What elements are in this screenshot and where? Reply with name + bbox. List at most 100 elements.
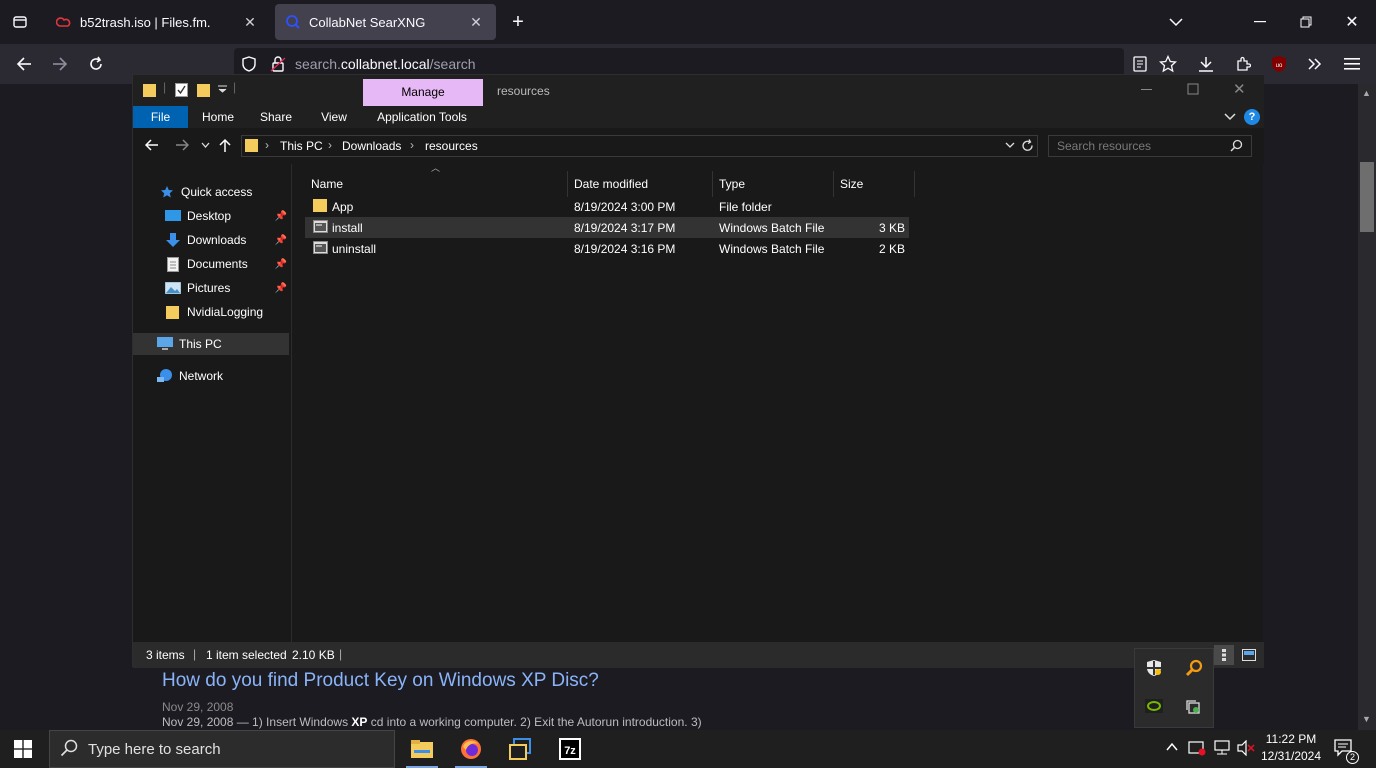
up-folder-icon[interactable] (219, 138, 231, 152)
nvidia-icon[interactable] (1145, 699, 1163, 713)
tab-application-tools[interactable]: Application Tools (369, 106, 475, 128)
column-header-size[interactable]: Size (834, 171, 915, 197)
url-text[interactable]: search.collabnet.local/search (295, 56, 476, 72)
overflow-menu-icon[interactable] (1299, 48, 1331, 80)
start-windows-icon[interactable] (14, 740, 32, 758)
explorer-minimize-icon[interactable] (1141, 83, 1153, 95)
breadcrumb-downloads[interactable]: Downloads (342, 139, 401, 153)
browser-tab-strip: b52trash.iso | Files.fm. ✕ CollabNet Sea… (0, 0, 1376, 44)
nav-downloads[interactable]: Downloads 📌 (133, 229, 291, 251)
scroll-up-icon[interactable]: ▲ (1362, 88, 1371, 98)
new-folder-icon[interactable] (197, 82, 211, 98)
selection-count: 1 item selected (206, 648, 287, 662)
search-result-snippet: Nov 29, 2008 — 1) Insert Windows XP cd i… (162, 715, 702, 729)
close-tab-icon[interactable]: ✕ (466, 14, 486, 31)
magnifier-tool-icon[interactable] (1185, 659, 1203, 677)
reload-icon[interactable] (80, 48, 112, 80)
restore-icon[interactable] (1290, 6, 1322, 38)
close-window-icon[interactable]: ✕ (1336, 6, 1368, 38)
hamburger-menu-icon[interactable] (1336, 48, 1368, 80)
large-icons-view-icon[interactable] (1239, 645, 1259, 665)
desktop-icon (165, 208, 181, 224)
new-tab-button[interactable]: + (502, 6, 534, 38)
column-header-date-modified[interactable]: Date modified (568, 171, 713, 197)
page-scrollbar-thumb[interactable] (1360, 162, 1374, 232)
taskbar-clock[interactable]: 11:22 PM 12/31/2024 (1256, 731, 1326, 765)
nav-quick-access[interactable]: Quick access (133, 181, 291, 203)
browser-tab[interactable]: b52trash.iso | Files.fm. ✕ (46, 4, 270, 40)
network-status-icon[interactable] (1213, 740, 1231, 756)
tracking-shield-icon[interactable] (240, 55, 258, 73)
file-row[interactable]: App 8/19/2024 3:00 PM File folder (305, 196, 909, 217)
tab-home[interactable]: Home (193, 106, 243, 128)
taskbar-search-input[interactable]: Type here to search (49, 730, 395, 768)
column-header-name[interactable]: Name (305, 171, 568, 197)
tab-file[interactable]: File (133, 106, 188, 128)
taskbar-vm-app[interactable] (500, 730, 540, 768)
security-shield-icon[interactable] (1145, 659, 1163, 677)
nav-nvidialogging[interactable]: NvidiaLogging (133, 301, 291, 323)
volume-muted-icon[interactable] (1237, 740, 1255, 756)
address-dropdown-icon[interactable] (1005, 142, 1015, 148)
taskbar-firefox[interactable] (451, 730, 491, 768)
tab-view[interactable]: View (309, 106, 359, 128)
scroll-down-icon[interactable]: ▼ (1362, 714, 1371, 724)
minimize-icon[interactable] (1244, 6, 1276, 38)
tab-list-icon[interactable] (4, 6, 36, 38)
tray-security-icon[interactable] (1188, 740, 1206, 756)
manage-context-tab[interactable]: Manage (363, 79, 483, 106)
file-explorer-icon (411, 740, 433, 758)
folder-icon (165, 304, 181, 320)
recent-locations-icon[interactable] (201, 142, 210, 148)
show-hidden-icons-icon[interactable] (1166, 742, 1178, 752)
nav-pictures[interactable]: Pictures 📌 (133, 277, 291, 299)
expand-ribbon-icon[interactable] (1224, 113, 1236, 121)
close-tab-icon[interactable]: ✕ (240, 14, 260, 31)
firefox-icon (460, 738, 482, 760)
nav-documents[interactable]: Documents 📌 (133, 253, 291, 275)
network-icon (157, 368, 173, 384)
pin-icon: 📌 (274, 210, 287, 222)
explorer-back-icon[interactable] (145, 139, 159, 151)
list-all-tabs-icon[interactable] (1160, 6, 1192, 38)
search-result-date: Nov 29, 2008 (162, 700, 234, 714)
folder-icon (143, 82, 157, 98)
search-result-title[interactable]: How do you find Product Key on Windows X… (162, 670, 599, 692)
batch-file-icon (313, 220, 328, 233)
clock-time: 11:22 PM (1265, 732, 1317, 746)
explorer-maximize-icon[interactable] (1187, 83, 1199, 95)
tab-share[interactable]: Share (251, 106, 301, 128)
window-title: resources (497, 84, 550, 98)
ribbon-tabs: File Home Share View Application Tools ? (133, 106, 1264, 128)
search-icon (1230, 139, 1243, 152)
taskbar-file-explorer[interactable] (402, 730, 442, 768)
breadcrumb-this-pc[interactable]: This PC (280, 139, 323, 153)
lock-icon[interactable] (270, 55, 286, 73)
breadcrumb-resources[interactable]: resources (425, 139, 478, 153)
nav-this-pc[interactable]: This PC (133, 333, 289, 355)
ublock-origin-icon[interactable]: uo (1263, 48, 1295, 80)
tab-label: CollabNet SearXNG (309, 14, 426, 30)
properties-icon[interactable] (175, 83, 188, 97)
nav-network[interactable]: Network (133, 365, 291, 387)
explorer-close-icon[interactable]: ✕ (1233, 80, 1246, 98)
column-header-type[interactable]: Type (713, 171, 834, 197)
back-icon[interactable] (8, 48, 40, 80)
help-icon[interactable]: ? (1244, 109, 1260, 125)
file-row[interactable]: uninstall 8/19/2024 3:16 PM Windows Batc… (305, 238, 909, 259)
browser-tab-active[interactable]: CollabNet SearXNG ✕ (275, 4, 496, 40)
taskbar-7zip[interactable]: 7z (550, 730, 590, 768)
copy-window-icon[interactable] (1185, 699, 1201, 715)
nav-desktop[interactable]: Desktop 📌 (133, 205, 291, 227)
document-icon (165, 256, 181, 272)
forward-icon[interactable] (44, 48, 76, 80)
customize-toolbar-icon[interactable] (218, 82, 227, 94)
explorer-title-bar: | | Manage resources ✕ (133, 75, 1264, 106)
refresh-icon[interactable] (1021, 139, 1034, 152)
details-view-icon[interactable] (1214, 645, 1234, 665)
explorer-forward-icon[interactable] (175, 139, 189, 151)
batch-file-icon (313, 241, 328, 254)
file-row-selected[interactable]: install 8/19/2024 3:17 PM Windows Batch … (305, 217, 909, 238)
folder-icon (313, 198, 328, 213)
explorer-search-input[interactable]: Search resources (1048, 135, 1252, 157)
